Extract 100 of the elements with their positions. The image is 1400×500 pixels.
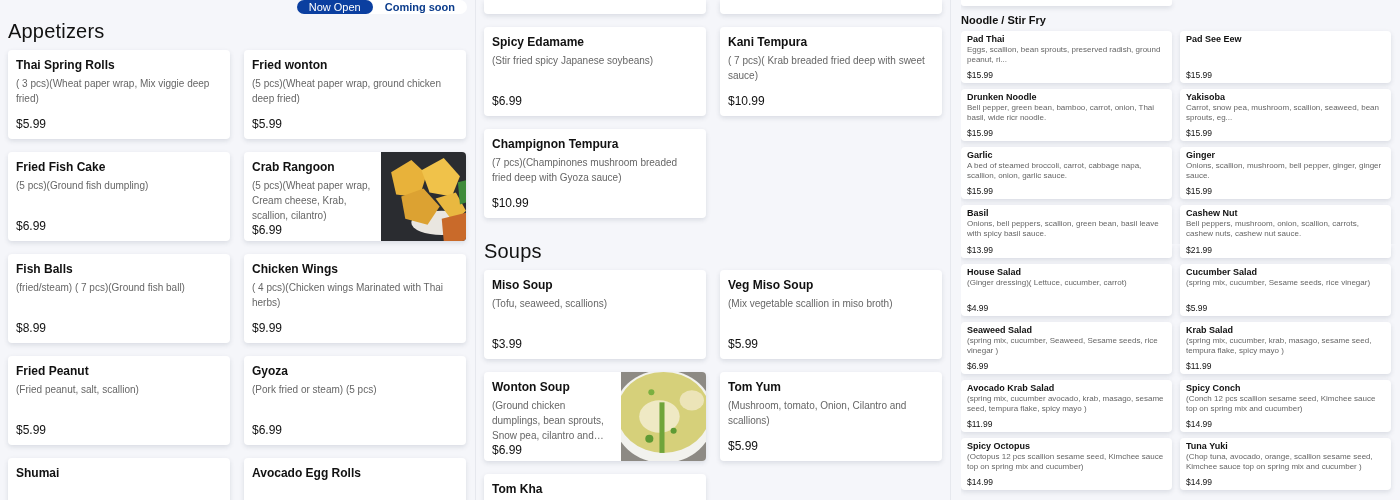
menu-item-card[interactable]: Avocado Egg Rolls xyxy=(244,458,466,500)
item-description: (Mushroom, tomato, Onion, Cilantro and scallions) xyxy=(728,399,908,428)
item-description: ( 4 pcs)(Chicken wings Marinated with Thai herbs) xyxy=(252,281,444,310)
item-price: $14.99 xyxy=(1186,419,1213,429)
item-price: $10.99 xyxy=(728,94,766,108)
menu-item-card[interactable]: Cucumber Salad (spring mix, cucumber, Sesame seeds, rice vinegar) $5.99 xyxy=(1180,264,1391,316)
menu-item-card[interactable]: House Salad (Ginger dressing)( Lettuce, cucumber, carrot) $4.99 xyxy=(961,264,1172,316)
status-tab[interactable]: Now Open xyxy=(296,0,373,14)
item-price: $15.99 xyxy=(1186,70,1213,80)
item-name: Fish Balls xyxy=(16,262,74,276)
item-description: (Octopus 12 pcs scallion sesame seed, Kimchee sauce top on spring mix and cucumber) xyxy=(967,452,1165,472)
menu-item-card[interactable]: Tuna Yuki (Chop tuna, avocado, orange, scallion sesame seed, Kimchee sauce top on spring mix and cucumber ) $14.99 xyxy=(1180,438,1391,490)
item-price: $9.99 xyxy=(252,321,284,335)
section-heading: Noodle / Stir Fry xyxy=(961,13,1047,28)
item-name: Chicken Wings xyxy=(252,262,339,276)
item-price: $15.99 xyxy=(967,186,994,196)
menu-item-card[interactable]: Champignon Tempura (7 pcs)(Champinones mushroom breaded fried deep with Gyoza sauce) $10.99 xyxy=(484,129,706,218)
menu-item-card[interactable]: Shumai xyxy=(8,458,230,500)
menu-item-card[interactable]: Cashew Nut Bell peppers, mushroom, onion, scallion, carrots, cashew nuts, cashew nut sauce. xyxy=(1180,205,1391,244)
item-price: $14.99 xyxy=(967,477,994,487)
item-description: (5 pcs)(Wheat paper wrap, ground chicken deep fried) xyxy=(252,77,442,106)
item-name: Thai Spring Rolls xyxy=(16,58,116,72)
menu-item-card[interactable]: Fried wonton (5 pcs)(Wheat paper wrap, ground chicken deep fried) $5.99 xyxy=(244,50,466,139)
item-description: ( 7 pcs)( Krab breaded fried deep with sweet sauce) xyxy=(728,54,926,83)
section-heading: Soups xyxy=(484,239,543,264)
item-name: Miso Soup xyxy=(492,278,554,292)
menu-item-card[interactable]: Drunken Noodle Bell pepper, green bean, bamboo, carrot, onion, Thai basil, wide ricr noodle. $15.99 xyxy=(961,89,1172,141)
item-description: (spring mix, cucumber avocado, krab, masago, sesame seed, tempura flake, spicy mayo ) xyxy=(967,394,1165,414)
menu-item-card[interactable]: Spicy Edamame (Stir fried spicy Japanese soybeans) $6.99 xyxy=(484,27,706,116)
item-price: $6.99 xyxy=(16,219,48,233)
item-description: (fried/steam) ( 7 pcs)(Ground fish ball) xyxy=(16,281,186,295)
item-name: Spicy Conch xyxy=(1186,383,1242,393)
menu-item-card[interactable]: Kani Tempura ( 7 pcs)( Krab breaded fried deep with sweet sauce) $10.99 xyxy=(720,27,942,116)
menu-item-card[interactable]: Thai Spring Rolls ( 3 pcs)(Wheat paper wrap, Mix viggie deep fried) $5.99 xyxy=(8,50,230,139)
item-price: $15.99 xyxy=(1186,186,1213,196)
menu-item-card[interactable]: Basil Onions, bell peppers, scallion, green bean, basil leave with spicy basil sauce. xyxy=(961,205,1172,244)
item-description: (spring mix, cucumber, krab, masago, sesame seed, tempura flake, spicy mayo ) xyxy=(1186,336,1373,356)
menu-item-card[interactable]: Pad Thai Eggs, scallion, bean sprouts, preserved radish, ground peanut, ri... $15.99 xyxy=(961,31,1172,83)
menu-item-card[interactable]: Fried Fish Cake (5 pcs)(Ground fish dumpling) $6.99 xyxy=(8,152,230,241)
item-description: (Pork fried or steam) (5 pcs) xyxy=(252,383,378,397)
item-name: Shumai xyxy=(16,466,61,480)
item-name: Wonton Soup xyxy=(492,380,571,394)
item-price: $15.99 xyxy=(967,70,994,80)
item-price: $14.99 xyxy=(1186,477,1213,487)
item-description: (Stir fried spicy Japanese soybeans) xyxy=(492,54,655,68)
item-price: $6.99 xyxy=(252,423,284,437)
menu-item-card[interactable]: Garlic A bed of steamed broccoli, carrot, cabbage napa, scallion, onion, garlic sauce. $15.99 xyxy=(961,147,1172,199)
item-name: Spicy Edamame xyxy=(492,35,586,49)
item-name: Crab Rangoon xyxy=(252,160,336,174)
menu-item-card[interactable]: Tom Yum (Mushroom, tomato, Onion, Cilantro and scallions) $5.99 xyxy=(720,372,942,461)
menu-item-card[interactable] xyxy=(720,0,942,14)
menu-item-card[interactable] xyxy=(961,0,1172,6)
menu-item-card[interactable]: Wonton Soup (Ground chicken dumplings, bean sprouts, Snow pea, cilantro and… $6.99 xyxy=(484,372,706,461)
item-name: Veg Miso Soup xyxy=(728,278,815,292)
menu-item-card[interactable] xyxy=(484,0,706,14)
item-price: $5.99 xyxy=(728,337,760,351)
item-price: $5.99 xyxy=(252,117,284,131)
menu-item-card[interactable]: Tom Kha xyxy=(484,474,706,500)
menu-item-card[interactable]: $13.99 xyxy=(961,244,1172,258)
item-name: Fried wonton xyxy=(252,58,329,72)
item-description: Onions, bell peppers, scallion, green bean, basil leave with spicy basil sauce. xyxy=(967,219,1160,239)
item-description: Carrot, snow pea, mushroom, scallion, seaweed, bean sprouts, eg... xyxy=(1186,103,1380,123)
menu-item-card[interactable]: Fried Peanut (Fried peanut, salt, scallion) $5.99 xyxy=(8,356,230,445)
item-description: Onions, scallion, mushroom, bell pepper, ginger, ginger sauce. xyxy=(1186,161,1383,181)
item-name: Seaweed Salad xyxy=(967,325,1034,335)
item-price: $5.99 xyxy=(16,117,48,131)
item-description: A bed of steamed broccoli, carrot, cabbage napa, scallion, onion, garlic sauce. xyxy=(967,161,1143,181)
menu-item-card[interactable]: Spicy Octopus (Octopus 12 pcs scallion sesame seed, Kimchee sauce top on spring mix and cucumber) $14.99 xyxy=(961,438,1172,490)
menu-item-card[interactable]: Krab Salad (spring mix, cucumber, krab, masago, sesame seed, tempura flake, spicy mayo ) $11.99 xyxy=(1180,322,1391,374)
menu-item-card[interactable]: Yakisoba Carrot, snow pea, mushroom, scallion, seaweed, bean sprouts, eg... $15.99 xyxy=(1180,89,1391,141)
menu-item-card[interactable]: $21.99 xyxy=(1180,244,1391,258)
item-description: Eggs, scallion, bean sprouts, preserved radish, ground peanut, ri... xyxy=(967,45,1162,65)
item-price: $11.99 xyxy=(967,419,994,429)
item-description: Bell peppers, mushroom, onion, scallion, carrots, cashew nuts, cashew nut sauce. xyxy=(1186,219,1360,239)
menu-item-card[interactable]: Fish Balls (fried/steam) ( 7 pcs)(Ground fish ball) $8.99 xyxy=(8,254,230,343)
menu-item-card[interactable]: Spicy Conch (Conch 12 pcs scallion sesame seed, Kimchee sauce top on spring mix and cucumber) $14.99 xyxy=(1180,380,1391,432)
item-price: $15.99 xyxy=(1186,128,1213,138)
item-name: Tom Yum xyxy=(728,380,782,394)
item-price: $6.99 xyxy=(492,443,524,457)
menu-item-card[interactable]: Chicken Wings ( 4 pcs)(Chicken wings Marinated with Thai herbs) $9.99 xyxy=(244,254,466,343)
menu-item-card[interactable]: Avocado Krab Salad (spring mix, cucumber avocado, krab, masago, sesame seed, tempura flake, spicy mayo ) $11.99 xyxy=(961,380,1172,432)
item-price: $10.99 xyxy=(492,196,530,210)
item-description: (spring mix, cucumber, Sesame seeds, rice vinegar) xyxy=(1186,278,1372,288)
item-description: (7 pcs)(Champinones mushroom breaded fried deep with Gyoza sauce) xyxy=(492,156,679,185)
item-name: Gyoza xyxy=(252,364,289,378)
item-price: $11.99 xyxy=(1186,361,1213,371)
item-description: (Conch 12 pcs scallion sesame seed, Kimchee sauce top on spring mix and cucumber) xyxy=(1186,394,1377,414)
menu-item-card[interactable]: Crab Rangoon (5 pcs)(Wheat paper wrap, Cream cheese, Krab, scallion, cilantro) $6.99 xyxy=(244,152,466,241)
menu-item-card[interactable]: Veg Miso Soup (Mix vegetable scallion in miso broth) $5.99 xyxy=(720,270,942,359)
menu-item-card[interactable]: Seaweed Salad (spring mix, cucumber, Seaweed, Sesame seeds, rice vinegar ) $6.99 xyxy=(961,322,1172,374)
item-description: (spring mix, cucumber, Seaweed, Sesame seeds, rice vinegar ) xyxy=(967,336,1159,356)
menu-item-card[interactable]: Pad See Eew $15.99 xyxy=(1180,31,1391,83)
item-name: Avocado Egg Rolls xyxy=(252,466,362,480)
item-name: Cashew Nut xyxy=(1186,208,1239,218)
menu-item-card[interactable]: Miso Soup (Tofu, seaweed, scallions) $3.99 xyxy=(484,270,706,359)
item-name: Champignon Tempura xyxy=(492,137,620,151)
menu-item-card[interactable]: Gyoza (Pork fried or steam) (5 pcs) $6.99 xyxy=(244,356,466,445)
status-tab[interactable]: Coming soon xyxy=(372,0,467,14)
menu-item-card[interactable]: Ginger Onions, scallion, mushroom, bell pepper, ginger, ginger sauce. $15.99 xyxy=(1180,147,1391,199)
item-description: (Ginger dressing)( Lettuce, cucumber, carrot) xyxy=(967,278,1128,288)
